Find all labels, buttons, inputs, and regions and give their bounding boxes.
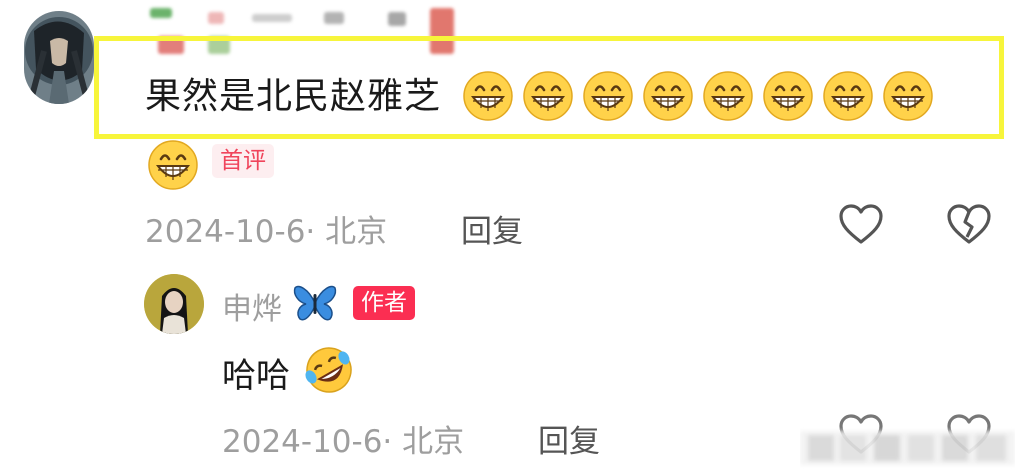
watermark bbox=[800, 425, 1015, 469]
grinning-face-emoji bbox=[822, 70, 874, 122]
first-comment-badge: 首评 bbox=[212, 144, 274, 178]
reply-username[interactable]: 申烨 bbox=[222, 284, 282, 328]
grinning-face-emoji bbox=[147, 139, 199, 191]
heart-outline-icon[interactable] bbox=[838, 203, 884, 249]
grinning-face-emoji bbox=[702, 70, 754, 122]
broken-heart-outline-icon[interactable] bbox=[946, 203, 992, 249]
comment-text: 果然是北民赵雅芝 bbox=[145, 76, 442, 117]
author-badge: 作者 bbox=[353, 286, 415, 320]
comment-date-location: 2024-10-6· 北京 bbox=[145, 214, 388, 250]
butterfly-emoji bbox=[292, 282, 338, 328]
reply-reply-button[interactable]: 回复 bbox=[538, 416, 600, 461]
comment-reply-button[interactable]: 回复 bbox=[461, 206, 523, 251]
grinning-face-emoji bbox=[582, 70, 634, 122]
rolling-laughing-emoji bbox=[300, 345, 358, 399]
grinning-face-emoji bbox=[522, 70, 574, 122]
grinning-face-emoji bbox=[882, 70, 934, 122]
commenter-avatar[interactable] bbox=[24, 11, 94, 104]
grinning-face-emoji bbox=[642, 70, 694, 122]
reply-text: 哈哈 bbox=[222, 356, 290, 396]
reply-author-avatar[interactable] bbox=[144, 274, 204, 334]
grinning-face-emoji bbox=[462, 70, 514, 122]
reply-date-location: 2024-10-6· 北京 bbox=[222, 424, 465, 460]
grinning-face-emoji bbox=[762, 70, 814, 122]
